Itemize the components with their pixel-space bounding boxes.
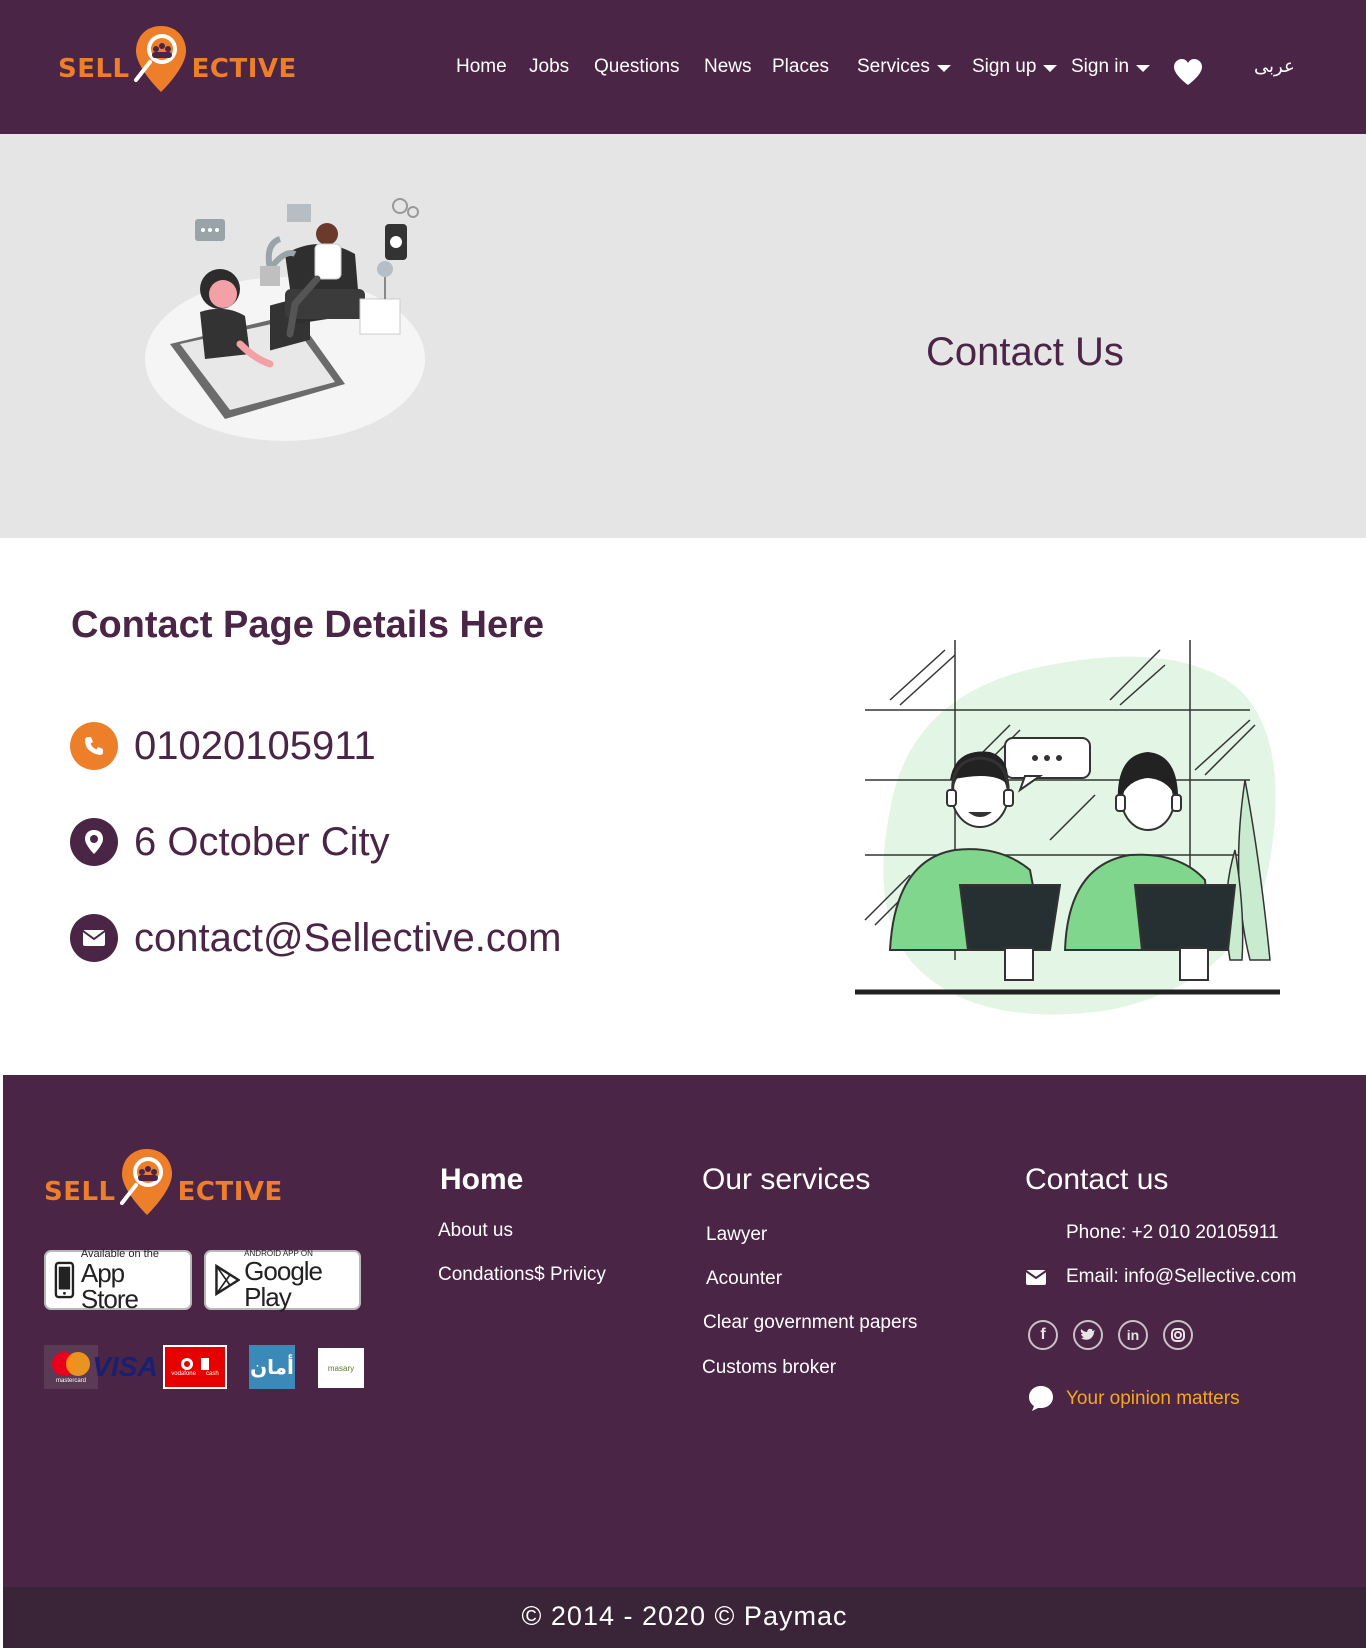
chevron-down-icon — [1043, 65, 1058, 72]
contact-email-row: contact@Sellective.com — [70, 914, 561, 962]
nav-places[interactable]: Places — [772, 56, 829, 78]
footer-services-heading: Our services — [702, 1163, 871, 1196]
nav-news[interactable]: News — [704, 56, 752, 78]
twitter-icon[interactable] — [1073, 1320, 1103, 1350]
footer-service-government-papers[interactable]: Clear government papers — [703, 1312, 917, 1334]
linkedin-icon[interactable]: in — [1118, 1320, 1148, 1350]
mastercard-logo: mastercard — [44, 1345, 98, 1389]
chevron-down-icon — [1136, 65, 1151, 72]
brand-logo[interactable]: SELL ECTIVE — [58, 24, 297, 94]
contact-address: 6 October City — [134, 819, 390, 864]
language-switch[interactable]: عربى — [1254, 56, 1295, 77]
vodafone-icons — [180, 1357, 210, 1371]
instagram-icon[interactable] — [1163, 1320, 1193, 1350]
heart-icon[interactable] — [1173, 58, 1203, 86]
masary-logo: masary — [318, 1348, 364, 1388]
contact-address-row: 6 October City — [70, 818, 390, 866]
nav-questions-label: Questions — [594, 56, 680, 77]
copyright-bar: © 2014 - 2020 © Paymac — [3, 1587, 1366, 1648]
chat-bubble-icon — [1029, 1386, 1053, 1411]
footer-link-about[interactable]: About us — [438, 1220, 513, 1242]
site-footer: SELL ECTIVE Available on the App Store A… — [3, 1075, 1366, 1587]
envelope-icon — [70, 914, 118, 962]
footer-contact-phone[interactable]: Phone: +2 010 20105911 — [1066, 1222, 1279, 1244]
app-store-badge[interactable]: Available on the App Store — [44, 1248, 192, 1315]
footer-logo-left: SELL — [44, 1177, 116, 1207]
footer-service-acounter[interactable]: Acounter — [706, 1268, 782, 1290]
nav-home[interactable]: Home — [456, 56, 507, 78]
copyright-text: © 2014 - 2020 © Paymac — [521, 1601, 848, 1631]
nav-sign-in[interactable]: Sign in — [1071, 56, 1151, 78]
nav-services[interactable]: Services — [857, 56, 951, 78]
opinion-link[interactable]: Your opinion matters — [1066, 1388, 1240, 1410]
site-header: SELL ECTIVE Home Jobs Questions News Pla… — [0, 0, 1366, 134]
nav-jobs-label: Jobs — [529, 56, 570, 77]
vodafone-cash-label: cash — [206, 1371, 219, 1377]
play-triangle-icon — [215, 1263, 241, 1297]
call-center-illustration — [145, 198, 425, 441]
footer-brand-logo[interactable]: SELL ECTIVE — [44, 1147, 283, 1217]
nav-places-label: Places — [772, 56, 830, 77]
chevron-down-icon — [936, 65, 951, 72]
contact-phone-row: 01020105911 — [70, 722, 376, 770]
nav-sign-up[interactable]: Sign up — [972, 56, 1058, 78]
google-play-big: Google Play — [244, 1256, 323, 1313]
vodafone-label: vodafone — [171, 1371, 196, 1377]
mastercard-label: mastercard — [55, 1378, 86, 1384]
footer-contact-heading: Contact us — [1025, 1163, 1169, 1196]
contact-phone[interactable]: 01020105911 — [134, 724, 376, 769]
brand-logo-left: SELL — [58, 54, 130, 84]
logo-pin-icon — [119, 1149, 172, 1215]
phone-icon — [70, 722, 118, 770]
nav-sign-up-label: Sign up — [972, 56, 1037, 77]
facebook-icon[interactable]: f — [1028, 1320, 1058, 1350]
vodafone-cash-logo: vodafone cash — [163, 1345, 227, 1389]
nav-home-label: Home — [456, 56, 507, 77]
smartphone-icon — [54, 1261, 75, 1299]
footer-home-heading[interactable]: Home — [440, 1163, 523, 1197]
footer-service-customs-broker[interactable]: Customs broker — [702, 1357, 836, 1379]
support-agents-illustration — [855, 640, 1280, 1015]
nav-jobs[interactable]: Jobs — [529, 56, 569, 78]
brand-logo-right: ECTIVE — [191, 54, 297, 84]
contact-email[interactable]: contact@Sellective.com — [134, 916, 561, 961]
logo-pin-icon — [133, 26, 186, 92]
nav-services-label: Services — [857, 56, 930, 77]
envelope-icon — [1025, 1270, 1047, 1285]
details-heading: Contact Page Details Here — [71, 604, 545, 646]
nav-questions[interactable]: Questions — [594, 56, 680, 78]
visa-logo: VISA — [92, 1351, 158, 1382]
aman-logo: أمان — [249, 1345, 295, 1389]
app-store-big: App Store — [80, 1258, 139, 1315]
google-play-badge[interactable]: ANDROID APP ON Google Play — [204, 1249, 361, 1313]
footer-contact-email[interactable]: Email: info@Sellective.com — [1066, 1266, 1296, 1288]
nav-sign-in-label: Sign in — [1071, 56, 1130, 77]
footer-logo-right: ECTIVE — [177, 1177, 283, 1207]
nav-news-label: News — [704, 56, 752, 77]
page-title: Contact Us — [926, 330, 1124, 374]
hero-banner: Contact Us — [0, 134, 1366, 538]
location-pin-icon — [70, 818, 118, 866]
footer-service-lawyer[interactable]: Lawyer — [706, 1224, 767, 1246]
footer-link-terms[interactable]: Condations$ Privicy — [438, 1264, 606, 1286]
